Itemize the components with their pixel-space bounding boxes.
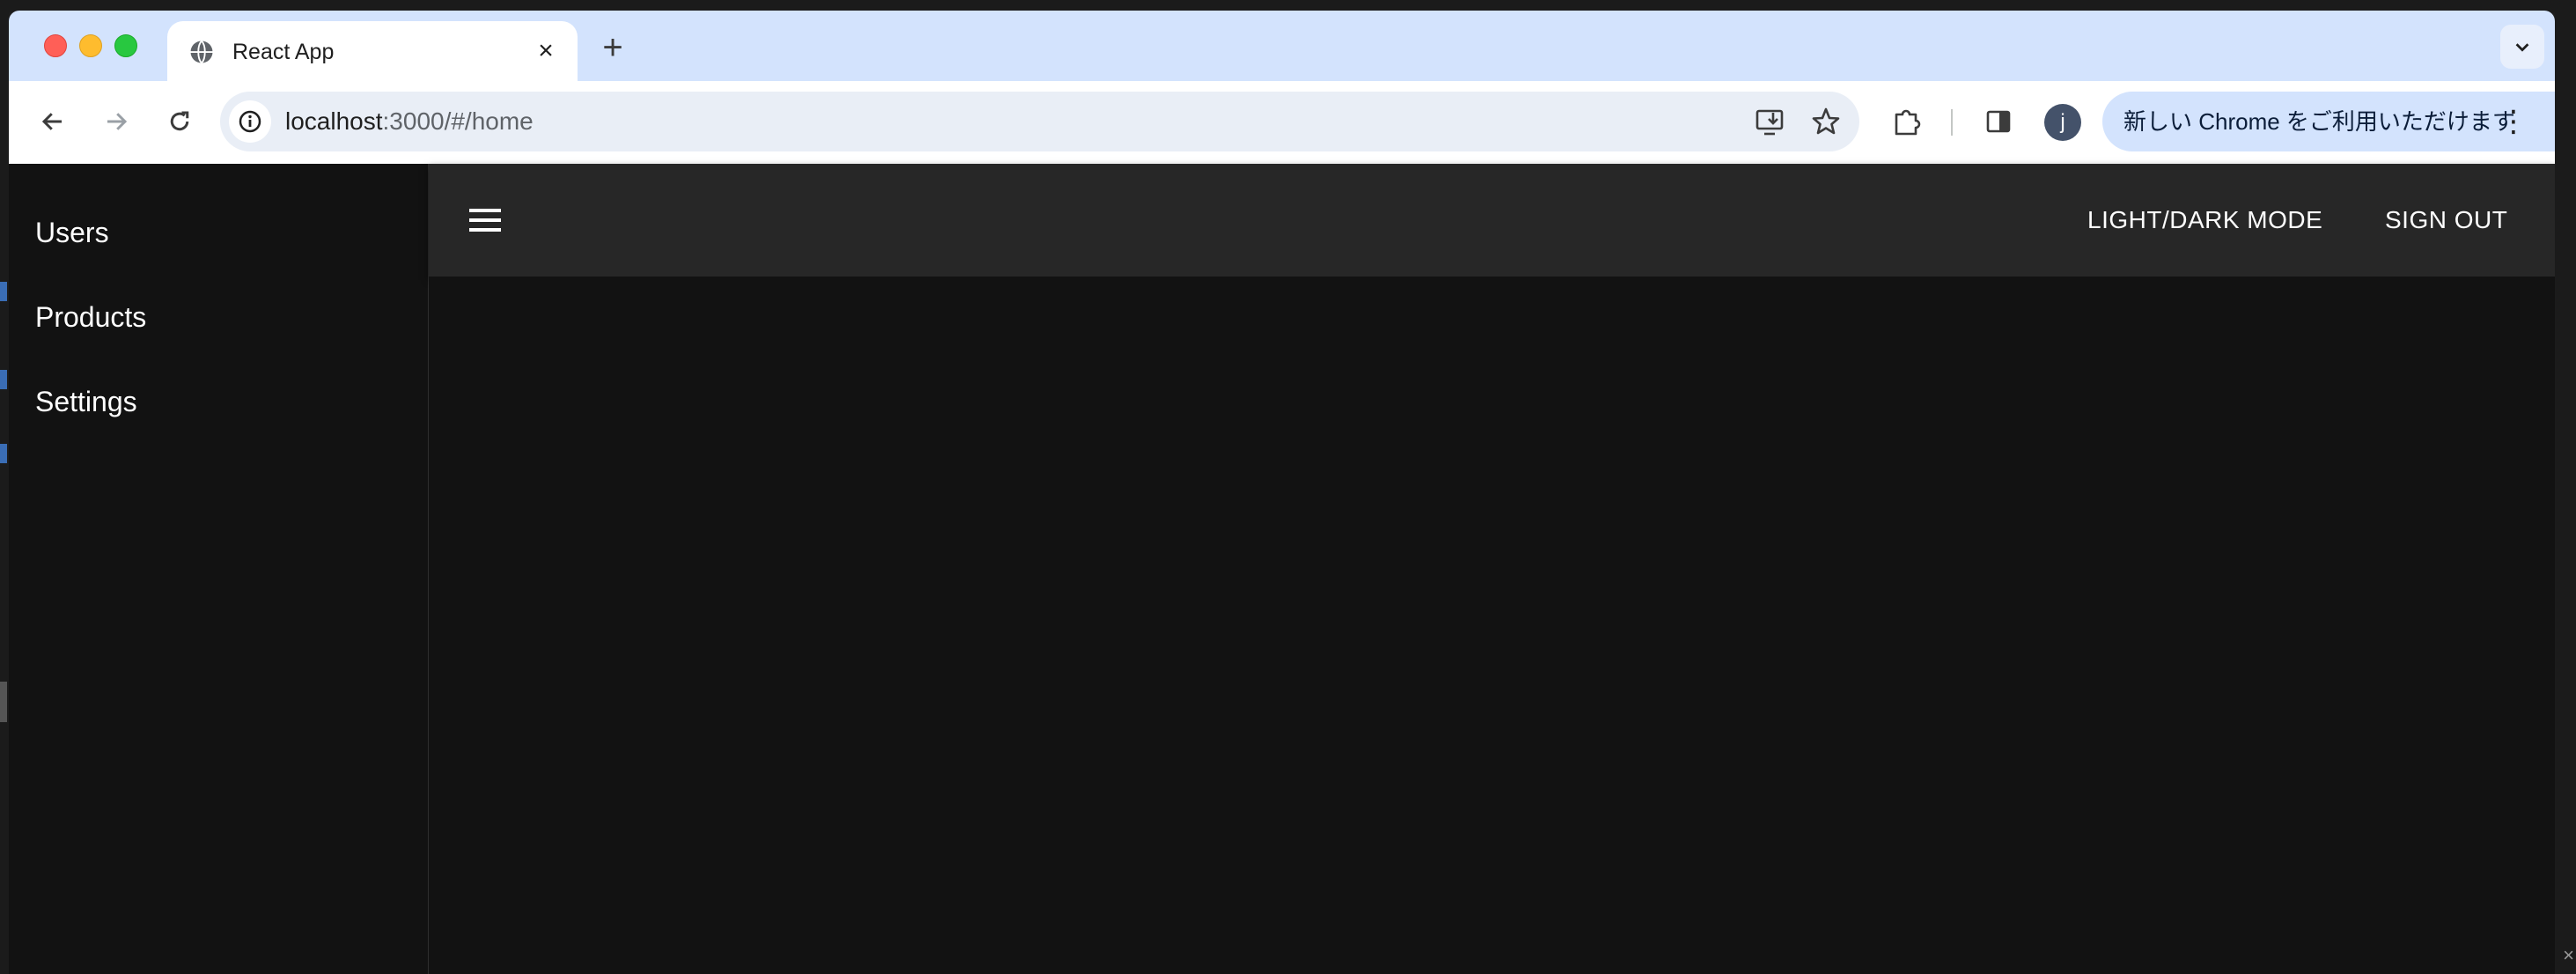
main-content bbox=[429, 277, 2555, 974]
window-minimize-button[interactable] bbox=[79, 34, 102, 57]
kebab-menu-icon[interactable]: ⋮ bbox=[2499, 92, 2528, 151]
tab-react-app[interactable]: React App × bbox=[167, 21, 578, 81]
info-icon[interactable] bbox=[229, 100, 271, 143]
side-panel-icon[interactable] bbox=[1977, 100, 2020, 143]
hamburger-icon[interactable] bbox=[464, 199, 506, 241]
background-marker bbox=[0, 682, 7, 722]
tab-strip: React App × + bbox=[9, 11, 2555, 81]
background-marker bbox=[0, 282, 7, 301]
sidebar: Users Products Settings bbox=[9, 164, 429, 974]
background-marker bbox=[0, 444, 7, 463]
toolbar-divider bbox=[1951, 109, 1953, 136]
app-bar: LIGHT/DARK MODE SIGN OUT bbox=[429, 164, 2555, 277]
url-host: localhost bbox=[285, 107, 383, 135]
background-marker bbox=[0, 370, 7, 389]
url-text[interactable]: localhost:3000/#/home bbox=[285, 92, 534, 151]
arrow-right-icon[interactable] bbox=[95, 100, 137, 143]
web-page: Users Products Settings LIGHT/DARK MODE … bbox=[9, 164, 2555, 974]
sidebar-item-settings[interactable]: Settings bbox=[35, 384, 137, 419]
browser-toolbar: localhost:3000/#/home j 新しい Chrome をご利用い… bbox=[9, 81, 2555, 164]
window-zoom-button[interactable] bbox=[114, 34, 137, 57]
arrow-left-icon[interactable] bbox=[32, 100, 74, 143]
sign-out-button[interactable]: SIGN OUT bbox=[2385, 199, 2507, 241]
sidebar-item-users[interactable]: Users bbox=[35, 215, 109, 250]
close-icon[interactable]: × bbox=[530, 35, 562, 67]
desktop-right-edge: × bbox=[2555, 12, 2576, 974]
reload-icon[interactable] bbox=[158, 100, 201, 143]
avatar[interactable]: j bbox=[2044, 104, 2081, 141]
update-banner-text: 新しい Chrome をご利用いただけます bbox=[2123, 108, 2515, 135]
light-dark-mode-button[interactable]: LIGHT/DARK MODE bbox=[2087, 199, 2322, 241]
tab-title: React App bbox=[232, 40, 335, 64]
close-icon: × bbox=[2563, 944, 2574, 966]
globe-icon bbox=[190, 40, 213, 64]
chrome-update-button[interactable]: 新しい Chrome をご利用いただけます ⋮ bbox=[2102, 92, 2555, 151]
star-icon[interactable] bbox=[1805, 100, 1847, 143]
plus-icon[interactable]: + bbox=[593, 30, 632, 69]
address-bar[interactable]: localhost:3000/#/home bbox=[220, 92, 1859, 151]
browser-window: React App × + localhost:3000/#/home j 新し… bbox=[9, 11, 2555, 974]
desktop-left-edge bbox=[0, 12, 9, 974]
puzzle-icon[interactable] bbox=[1886, 100, 1928, 143]
install-app-icon[interactable] bbox=[1748, 100, 1791, 143]
url-path: :3000/#/home bbox=[382, 107, 534, 135]
window-close-button[interactable] bbox=[44, 34, 67, 57]
chevron-down-icon[interactable] bbox=[2500, 25, 2544, 69]
sidebar-item-products[interactable]: Products bbox=[35, 299, 146, 335]
